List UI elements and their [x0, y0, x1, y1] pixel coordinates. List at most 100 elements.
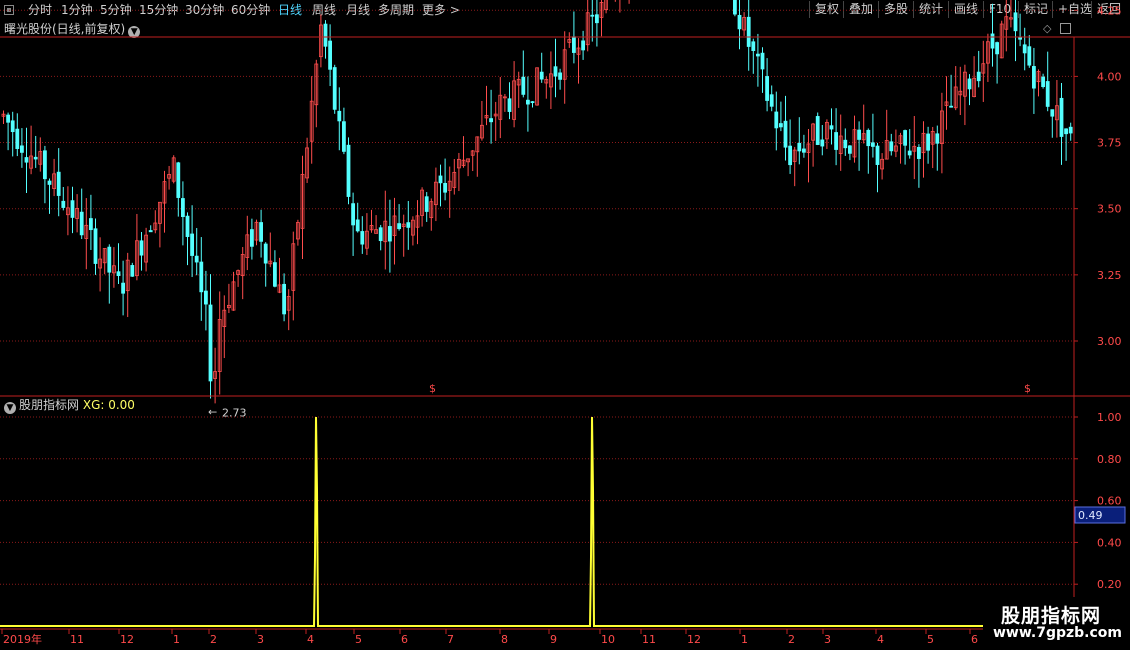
candle-body	[443, 182, 448, 193]
candle-body	[47, 180, 52, 185]
candle-body	[507, 98, 512, 112]
back-button[interactable]: 返回	[1091, 1, 1126, 18]
candle-body	[259, 222, 264, 242]
period-toolbar: 分时 1分钟 5分钟 15分钟 30分钟 60分钟 日线 周线 月线 多周期 更…	[0, 0, 1130, 20]
candle-body	[410, 219, 415, 236]
candle-body	[332, 67, 337, 110]
candle-body	[852, 129, 857, 158]
time-axis-label: 7	[447, 633, 454, 646]
candle-body	[171, 157, 176, 182]
candle-body	[125, 259, 130, 292]
candle-body	[539, 71, 544, 80]
candle-body	[549, 73, 553, 88]
candle-body	[318, 24, 323, 58]
candle-body	[792, 149, 797, 162]
candle-body	[406, 222, 411, 228]
candle-body	[415, 215, 420, 228]
tab-timeshare[interactable]: 分时	[28, 2, 52, 18]
chevron-down-icon[interactable]: ▼	[4, 402, 16, 414]
candle-body	[130, 265, 135, 277]
candle-body	[272, 262, 277, 287]
multi-stock-button[interactable]: 多股	[878, 1, 913, 18]
statistics-button[interactable]: 统计	[913, 1, 948, 18]
candle-body	[360, 231, 365, 245]
time-axis-label: 10	[601, 633, 615, 646]
chevron-down-icon[interactable]: ▼	[128, 26, 141, 38]
candle-body	[903, 130, 907, 146]
candle-body	[1022, 44, 1027, 54]
candle-body	[935, 133, 940, 144]
candle-body	[921, 132, 926, 154]
candle-body	[944, 101, 949, 106]
tab-multi-period[interactable]: 多周期	[378, 2, 414, 18]
candle-body	[838, 135, 843, 155]
low-annotation: 2.73	[222, 406, 247, 419]
candle-body	[567, 39, 572, 43]
candle-body	[1064, 128, 1068, 135]
candle-body	[834, 132, 838, 150]
candle-body	[10, 120, 15, 133]
candle-body	[346, 144, 351, 197]
dollar-marker: $	[429, 382, 436, 395]
candle-body	[236, 270, 241, 275]
candle-body	[843, 139, 848, 149]
candle-body	[116, 271, 121, 276]
candle-body	[328, 40, 333, 70]
candle-body	[43, 150, 47, 180]
time-axis-label: 1	[741, 633, 748, 646]
candle-body	[180, 198, 185, 218]
candle-body	[433, 181, 438, 206]
cursor-value: 0.49	[1078, 509, 1103, 522]
candle-body	[498, 94, 503, 120]
tab-60min[interactable]: 60分钟	[231, 2, 270, 18]
time-axis-label: 2	[788, 633, 795, 646]
candle-body	[240, 254, 245, 277]
candle-body	[199, 261, 204, 293]
tab-5min[interactable]: 5分钟	[100, 2, 132, 18]
more-menu[interactable]: 更多 >	[422, 2, 460, 18]
tab-30min[interactable]: 30分钟	[185, 2, 224, 18]
candle-body	[907, 150, 912, 156]
candle-body	[802, 148, 806, 153]
candle-body	[558, 72, 562, 80]
candle-body	[898, 135, 903, 145]
tab-monthly[interactable]: 月线	[346, 2, 370, 18]
time-axis-label: 5	[927, 633, 934, 646]
candle-body	[986, 41, 990, 64]
candle-body	[502, 96, 507, 99]
candle-body	[424, 196, 429, 212]
price-axis-label: 3.25	[1097, 269, 1122, 282]
candle-body	[544, 79, 549, 84]
time-axis-label: 11	[70, 633, 84, 646]
mark-button[interactable]: 标记	[1018, 1, 1053, 18]
candle-body	[52, 173, 56, 189]
candle-body	[6, 114, 10, 123]
tab-weekly[interactable]: 周线	[312, 2, 336, 18]
panel-layout-icon[interactable]	[1060, 23, 1071, 34]
time-axis-label: 8	[501, 633, 508, 646]
adjust-price-button[interactable]: 复权	[809, 1, 844, 18]
time-axis-label: 12	[120, 633, 134, 646]
candle-body	[461, 159, 466, 167]
candle-body	[572, 36, 576, 53]
f10-button[interactable]: F10	[983, 1, 1016, 18]
overlay-button[interactable]: 叠加	[843, 1, 878, 18]
candle-body	[581, 40, 585, 51]
candle-body	[134, 240, 139, 277]
tab-daily[interactable]: 日线	[278, 2, 302, 18]
candle-body	[760, 52, 765, 70]
panel-toggle-icon[interactable]	[4, 5, 14, 15]
tab-15min[interactable]: 15分钟	[139, 2, 178, 18]
candle-body	[751, 41, 756, 51]
candle-body	[783, 120, 788, 148]
candle-body	[300, 173, 305, 229]
xg-signal-line	[0, 416, 1074, 627]
draw-line-button[interactable]: 画线	[948, 1, 983, 18]
diamond-icon[interactable]: ◇	[1043, 23, 1051, 35]
tab-1min[interactable]: 1分钟	[61, 2, 93, 18]
candle-body	[976, 71, 981, 82]
candle-body	[121, 282, 125, 294]
candle-body	[820, 139, 825, 147]
candle-body	[1032, 66, 1036, 89]
candle-body	[337, 110, 342, 122]
